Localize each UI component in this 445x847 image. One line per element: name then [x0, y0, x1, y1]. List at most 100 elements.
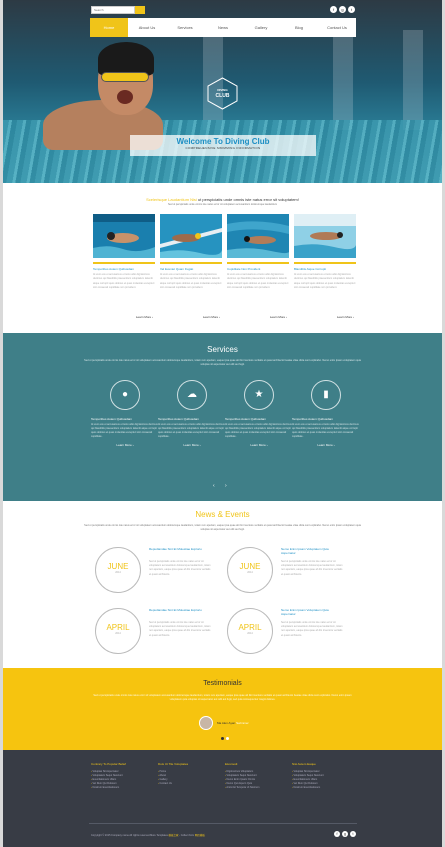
footer-column: Eiusmodi Dignissimos Voluptatum Voluptat… — [225, 762, 297, 790]
feature-title[interactable]: Blanditiis Atque Corrupti — [294, 267, 356, 271]
event-text: Sed ut perspiciatis unde omnis iste natu… — [149, 621, 211, 637]
nav-about[interactable]: About Us — [128, 18, 166, 37]
nav-home[interactable]: Home — [90, 18, 128, 37]
feature-title[interactable]: Cupiditate Non Provident — [227, 267, 289, 271]
footer-column: Nisi Autem Eaque Voluptas Sit Aspernatur… — [292, 762, 364, 790]
service-title[interactable]: Temporibus Autem Quibusdam — [292, 417, 360, 421]
twitter-icon[interactable]: t — [350, 831, 356, 837]
event-date: APRIL 2014 — [227, 608, 273, 654]
carousel-dot[interactable] — [221, 737, 224, 740]
footer-column: Contrary To Popular Belief Voluptas Sit … — [91, 762, 163, 790]
news-title: News & Events — [195, 510, 250, 519]
footer-column-title: Eiusmodi — [225, 762, 238, 766]
testimonial-author: Ma Alen Ayan Swimmer — [217, 721, 249, 725]
globe-icon[interactable]: ● — [110, 380, 140, 410]
feature-card: Vel Eveniet Quam Fugiat At vero eos et a… — [160, 214, 222, 319]
template-link[interactable]: 模板之家 — [169, 834, 179, 837]
service-text: At vero eos et accusamus et iusto odio d… — [91, 423, 158, 438]
testimonial-quote: Sed ut perspiciatis unde omnis iste natu… — [93, 694, 352, 701]
event-item: JUNE 2014 Nemo Enim Ipsam Voluptatem Qui… — [227, 547, 407, 597]
learn-more-link[interactable]: Learn More › — [225, 443, 293, 447]
event-title[interactable]: Repudiandae Sint Et Molestiae Explorio — [149, 608, 209, 612]
event-title[interactable]: Repudiandae Sint Et Molestiae Explorio — [149, 547, 209, 551]
site-logo[interactable]: DIVING CLUB — [206, 77, 239, 110]
facebook-icon[interactable]: f — [334, 831, 340, 837]
learn-more-link[interactable]: Learn More › — [337, 315, 354, 319]
learn-more-link[interactable]: Learn More › — [91, 443, 159, 447]
star-icon[interactable]: ★ — [244, 380, 274, 410]
swimmer-image — [43, 40, 168, 150]
news-section: News & Events Sed ut perspiciatis unde o… — [3, 501, 442, 668]
learn-more-link[interactable]: Learn More › — [136, 315, 153, 319]
pool-lane — [403, 30, 423, 130]
carousel-dot[interactable] — [226, 737, 229, 740]
learn-more-link[interactable]: Learn More › — [203, 315, 220, 319]
pool-lane — [333, 30, 353, 130]
service-title[interactable]: Temporibus Autem Quibusdam — [158, 417, 226, 421]
hero-banner: Welcome To Diving Club COMPREHENSIVE SWI… — [130, 135, 316, 156]
event-title[interactable]: Nemo Enim Ipsam Voluptatem Quia Aspernat… — [281, 547, 341, 555]
nav-contact[interactable]: Contact Us — [318, 18, 356, 37]
event-date: JUNE 2014 — [95, 547, 141, 593]
signal-icon[interactable]: ▮ — [311, 380, 341, 410]
feature-image[interactable] — [160, 214, 222, 258]
next-arrow-icon[interactable]: › — [225, 484, 230, 489]
feature-card: Blanditiis Atque Corrupti At vero eos et… — [294, 214, 356, 319]
feature-title[interactable]: Vel Eveniet Quam Fugiat — [160, 267, 222, 271]
footer-column: Duis Ut Tile Voluptates Home About Galle… — [158, 762, 230, 786]
avatar — [199, 716, 213, 730]
feature-text: At vero eos et accusamus et iusto odio d… — [160, 273, 222, 289]
google-plus-icon[interactable]: g — [342, 831, 348, 837]
services-description: Sed ut perspiciatis unde omnis iste natu… — [84, 359, 361, 366]
feature-title[interactable]: Temporibus Autem Quibusdam — [93, 267, 155, 271]
collect-link[interactable]: 网页模板 — [195, 834, 205, 837]
footer-link[interactable]: Nostrum Exercitationem — [91, 786, 163, 790]
learn-more-link[interactable]: Learn More › — [158, 443, 226, 447]
feature-image[interactable] — [227, 214, 290, 258]
service-item: ★ Temporibus Autem Quibusdam At vero eos… — [225, 380, 293, 447]
event-item: APRIL 2014 Nemo Enim Ipsam Voluptatem Qu… — [227, 608, 407, 658]
learn-more-link[interactable]: Learn More › — [270, 315, 287, 319]
footer-link[interactable]: Nostrum Exercitationem — [292, 786, 364, 790]
service-item: ☁ Temporibus Autem Quibusdam At vero eos… — [158, 380, 226, 447]
search-button[interactable] — [135, 6, 145, 14]
footer-column-title: Nisi Autem Eaque — [292, 762, 316, 766]
copyright-text: Copyright © 2015 Company name All rights… — [91, 834, 205, 837]
event-text: Sed ut perspiciatis unde omnis iste natu… — [281, 560, 343, 576]
twitter-icon[interactable]: t — [348, 6, 355, 13]
feature-image[interactable] — [93, 214, 155, 258]
intro-title: Scelerisque Laudantium Nisi ut perspicia… — [146, 197, 299, 202]
nav-blog[interactable]: Blog — [280, 18, 318, 37]
search-input[interactable] — [91, 6, 135, 14]
cloud-icon[interactable]: ☁ — [177, 380, 207, 410]
service-title[interactable]: Temporibus Autem Quibusdam — [91, 417, 159, 421]
footer: Contrary To Popular Belief Voluptas Sit … — [3, 750, 442, 847]
event-date: JUNE 2014 — [227, 547, 273, 593]
page: f g t Home About Us Services News Galler… — [3, 0, 442, 847]
testimonials-section: Testimonials Sed ut perspiciatis unde om… — [3, 668, 442, 750]
prev-arrow-icon[interactable]: ‹ — [213, 484, 218, 489]
facebook-icon[interactable]: f — [330, 6, 337, 13]
event-title[interactable]: Nemo Enim Ipsam Voluptatem Quia Aspernat… — [281, 608, 341, 616]
feature-text: At vero eos et accusamus et iusto odio d… — [227, 273, 289, 289]
event-date: APRIL 2014 — [95, 608, 141, 654]
feature-card: Temporibus Autem Quibusdam At vero eos e… — [93, 214, 155, 319]
news-description: Sed ut perspiciatis unde omnis iste natu… — [84, 524, 361, 531]
main-nav: Home About Us Services News Gallery Blog… — [90, 18, 356, 37]
logo-text: DIVING CLUB — [215, 88, 230, 99]
feature-image[interactable] — [294, 214, 356, 258]
service-title[interactable]: Temporibus Autem Quibusdam — [225, 417, 293, 421]
feature-text: At vero eos et accusamus et iusto odio d… — [294, 273, 356, 289]
service-text: At vero eos et accusamus et iusto odio d… — [292, 423, 359, 438]
hero-subtitle: COMPREHENSIVE SWIMMING INFORMATION — [185, 146, 261, 150]
nav-services[interactable]: Services — [166, 18, 204, 37]
footer-link[interactable]: Contact Us — [158, 782, 230, 786]
service-text: At vero eos et accusamus et iusto odio d… — [158, 423, 225, 438]
nav-news[interactable]: News — [204, 18, 242, 37]
google-plus-icon[interactable]: g — [339, 6, 346, 13]
feature-card: Cupiditate Non Provident At vero eos et … — [227, 214, 290, 319]
nav-gallery[interactable]: Gallery — [242, 18, 280, 37]
hero-title: Welcome To Diving Club — [176, 137, 270, 146]
footer-link[interactable]: Animi Et Tempora Ut Nostrum — [225, 786, 297, 790]
learn-more-link[interactable]: Learn More › — [292, 443, 360, 447]
